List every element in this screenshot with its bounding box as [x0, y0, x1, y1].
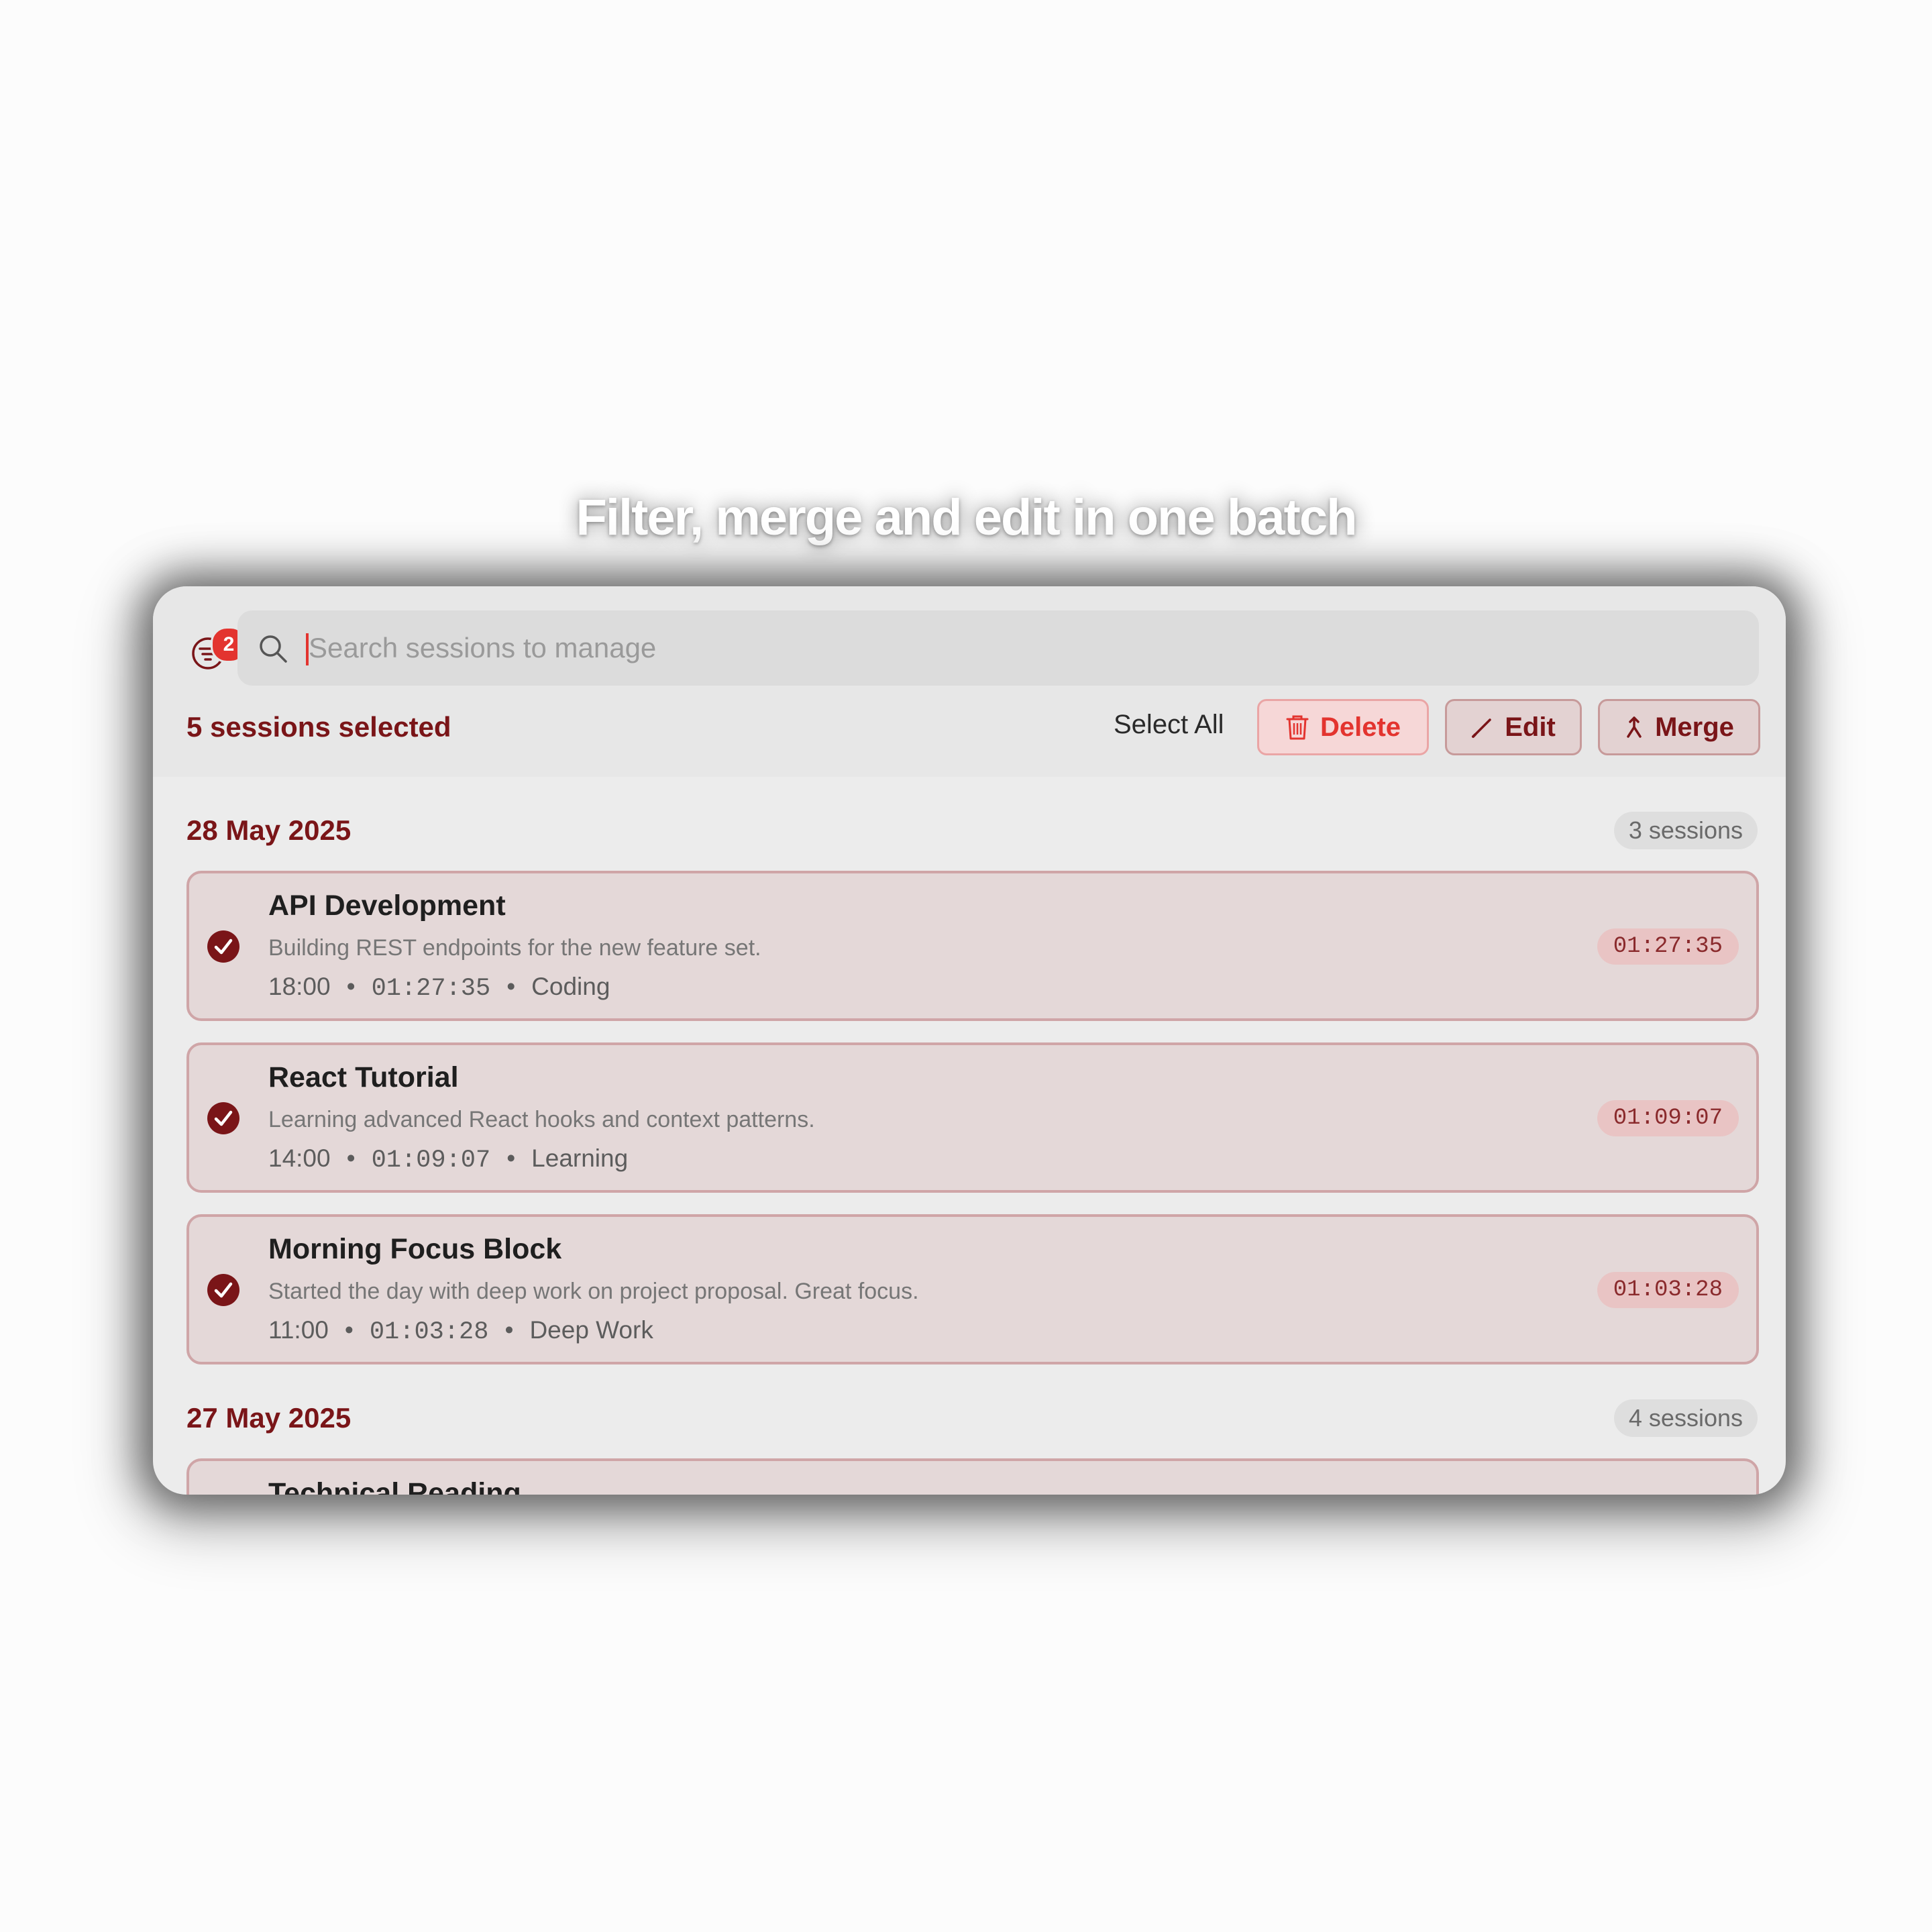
session-description: Learning advanced React hooks and contex…: [268, 1107, 815, 1132]
checkmark-circle-icon[interactable]: [207, 930, 240, 963]
search-icon: [260, 635, 287, 663]
session-duration: 01:09:07: [371, 1146, 491, 1175]
session-card[interactable]: Morning Focus Block Started the day with…: [186, 1214, 1759, 1364]
session-description: Building REST endpoints for the new feat…: [268, 935, 761, 961]
selected-count-label: 5 sessions selected: [186, 711, 451, 743]
trash-icon: [1286, 715, 1309, 740]
session-category: Deep Work: [529, 1316, 653, 1344]
session-duration: 01:03:28: [369, 1318, 489, 1346]
delete-label: Delete: [1320, 712, 1401, 742]
session-card[interactable]: Technical Reading: [186, 1458, 1759, 1495]
duration-badge: 01:09:07: [1597, 1100, 1739, 1136]
edit-button[interactable]: Edit: [1445, 699, 1582, 755]
session-meta: 14:00 • 01:09:07 • Learning: [268, 1144, 629, 1175]
session-title: Morning Focus Block: [268, 1233, 562, 1265]
search-input[interactable]: [309, 610, 1717, 686]
session-start-time: 14:00: [268, 1144, 331, 1172]
day-header: 28 May 2025: [186, 814, 352, 846]
session-meta: 18:00 • 01:27:35 • Coding: [268, 973, 610, 1003]
day-session-count: 3 sessions: [1613, 812, 1758, 849]
session-description: Started the day with deep work on projec…: [268, 1279, 919, 1304]
session-title: API Development: [268, 890, 506, 922]
checkmark-circle-icon[interactable]: [207, 1102, 240, 1135]
pencil-icon: [1472, 718, 1491, 738]
session-title: React Tutorial: [268, 1061, 459, 1093]
filter-button[interactable]: 2: [186, 627, 247, 671]
merge-label: Merge: [1655, 712, 1734, 742]
batch-manage-window: 2 5 sessions selected Select All Delete: [153, 586, 1786, 1495]
checkmark-circle-icon[interactable]: [207, 1273, 240, 1307]
edit-label: Edit: [1505, 712, 1556, 742]
session-start-time: 11:00: [268, 1316, 329, 1344]
duration-badge: 01:03:28: [1597, 1272, 1739, 1308]
toolbar: 2 5 sessions selected Select All Delete: [153, 586, 1786, 777]
day-header: 27 May 2025: [186, 1402, 352, 1434]
headline: Filter, merge and edit in one batch: [576, 489, 1357, 546]
search-box[interactable]: [237, 610, 1759, 686]
delete-button[interactable]: Delete: [1257, 699, 1429, 755]
merge-button[interactable]: Merge: [1598, 699, 1760, 755]
merge-icon: [1627, 716, 1642, 738]
session-duration: 01:27:35: [371, 975, 491, 1003]
session-card[interactable]: API Development Building REST endpoints …: [186, 871, 1759, 1021]
session-meta: 11:00 • 01:03:28 • Deep Work: [268, 1316, 653, 1346]
session-category: Coding: [531, 973, 610, 1000]
session-card[interactable]: React Tutorial Learning advanced React h…: [186, 1042, 1759, 1193]
session-start-time: 18:00: [268, 973, 331, 1000]
duration-badge: 01:27:35: [1597, 928, 1739, 965]
session-title: Technical Reading: [268, 1477, 521, 1495]
day-session-count: 4 sessions: [1613, 1399, 1758, 1437]
session-category: Learning: [531, 1144, 629, 1172]
select-all-button[interactable]: Select All: [1114, 710, 1224, 740]
